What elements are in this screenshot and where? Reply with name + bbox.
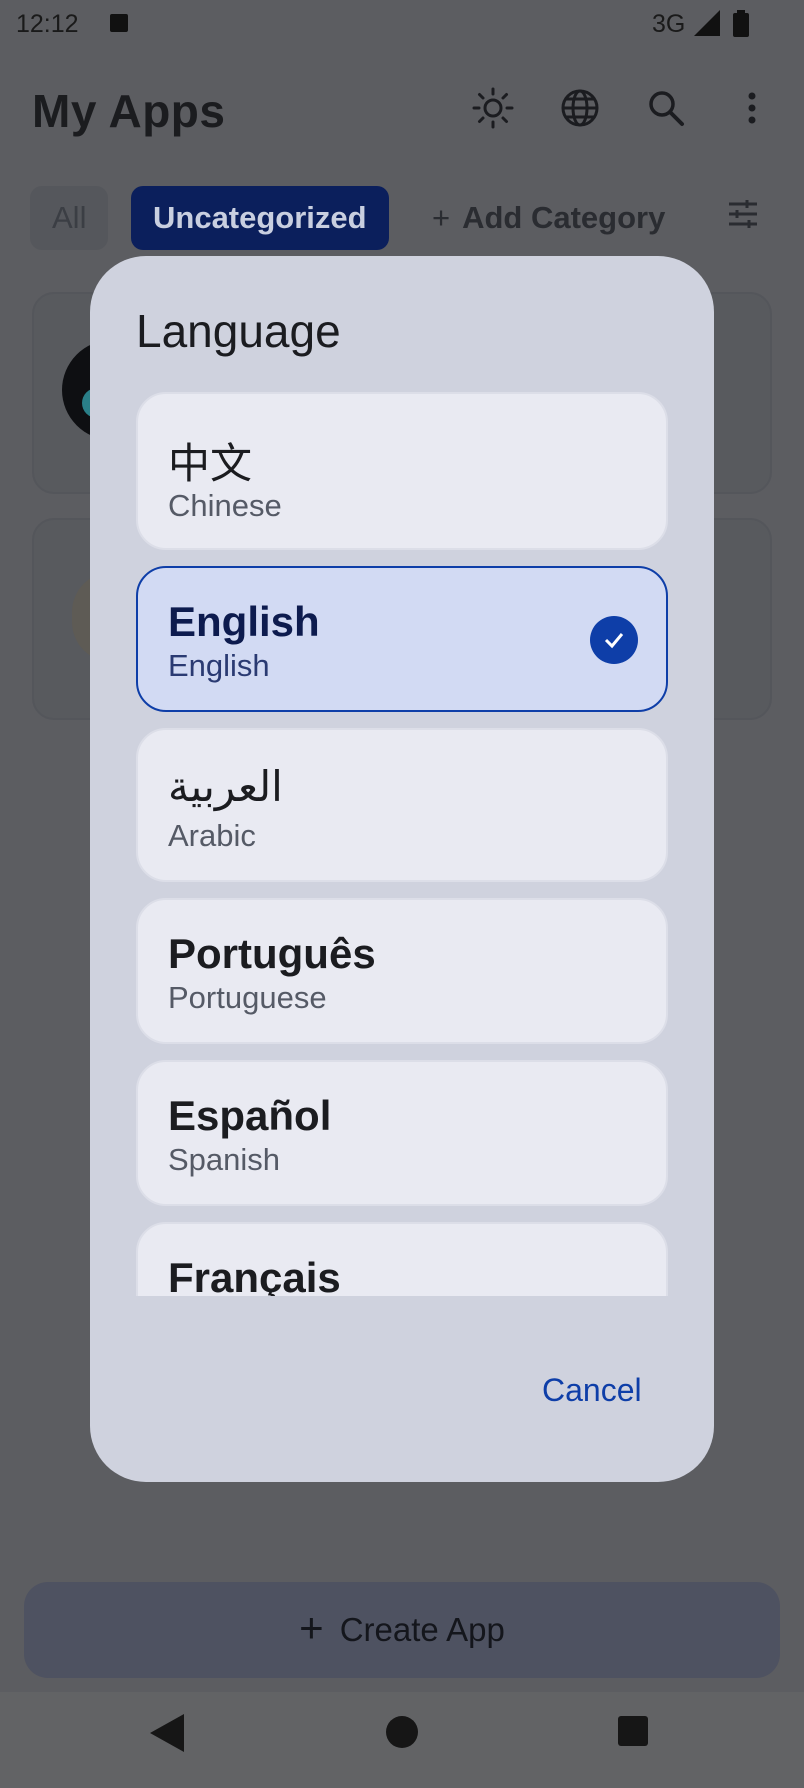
language-native-name: Français: [168, 1254, 341, 1296]
check-icon: [590, 616, 638, 664]
chip-all[interactable]: All: [30, 186, 109, 250]
back-icon[interactable]: [150, 1714, 184, 1752]
recents-icon[interactable]: [618, 1716, 648, 1746]
status-time: 12:12: [16, 10, 79, 38]
language-native-name: Español: [168, 1092, 332, 1139]
language-english-name: Chinese: [168, 488, 282, 523]
signal-icon: [694, 10, 720, 36]
add-category-label: Add Category: [462, 200, 666, 235]
brightness-icon[interactable]: [471, 86, 515, 130]
create-app-label: Create App: [339, 1611, 505, 1648]
language-option-spanish[interactable]: Español Spanish: [136, 1060, 668, 1206]
system-nav-bar: [0, 1692, 804, 1788]
search-icon[interactable]: [644, 86, 688, 130]
more-vert-icon[interactable]: [730, 86, 774, 130]
plus-icon: +: [299, 1604, 324, 1651]
top-app-bar: My Apps: [0, 48, 804, 172]
category-bar: All Uncategorized + Add Category: [0, 186, 804, 250]
language-option-arabic[interactable]: العربية Arabic: [136, 728, 668, 882]
cancel-button[interactable]: Cancel: [530, 1366, 654, 1415]
language-native-name: 中文: [168, 440, 253, 487]
page-title: My Apps: [32, 85, 226, 137]
create-app-button[interactable]: + Create App: [24, 1582, 780, 1678]
language-option-portuguese[interactable]: Português Portuguese: [136, 898, 668, 1044]
tune-icon[interactable]: [727, 198, 759, 230]
chip-uncategorized[interactable]: Uncategorized: [131, 186, 389, 250]
language-native-name: Português: [168, 930, 376, 977]
home-icon[interactable]: [386, 1716, 418, 1748]
language-english-name: English: [168, 648, 270, 683]
network-type: 3G: [652, 10, 686, 38]
language-option-chinese[interactable]: 中文 Chinese: [136, 392, 668, 550]
battery-icon: [733, 10, 749, 37]
language-option-french[interactable]: Français: [136, 1222, 668, 1296]
plus-icon: +: [432, 200, 451, 235]
add-category-button[interactable]: + Add Category: [432, 186, 665, 250]
dialog-title: Language: [136, 305, 341, 357]
language-native-name: العربية: [168, 763, 283, 810]
language-list[interactable]: 中文 Chinese English English العربية Arabi…: [136, 392, 668, 1296]
language-english-name: Spanish: [168, 1142, 281, 1177]
language-native-name: English: [168, 598, 320, 645]
language-english-name: Portuguese: [168, 980, 327, 1015]
language-english-name: Arabic: [168, 818, 256, 853]
language-dialog: Language 中文 Chinese English English العر…: [90, 256, 714, 1482]
notification-icon: [110, 14, 128, 32]
language-option-english[interactable]: English English: [136, 566, 668, 712]
status-bar: 12:12 3G: [0, 0, 804, 48]
globe-icon[interactable]: [558, 86, 602, 130]
